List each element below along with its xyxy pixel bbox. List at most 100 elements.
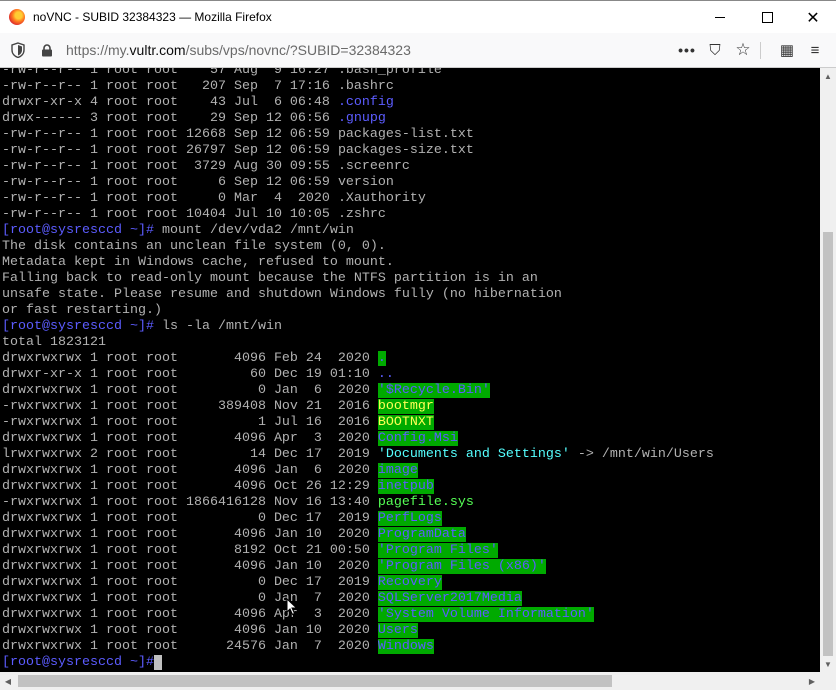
file-name: SQLServer2017Media xyxy=(377,591,522,606)
command-output-line: unsafe state. Please resume and shutdown… xyxy=(2,287,562,302)
horizontal-scroll-thumb[interactable] xyxy=(18,675,612,687)
file-meta: -rw-r--r-- 1 root root 0 Mar 4 2020 xyxy=(2,191,338,206)
file-name: .config xyxy=(337,95,394,110)
maximize-button[interactable] xyxy=(744,1,790,34)
command-output-line: The disk contains an unclean file system… xyxy=(2,239,386,254)
file-name: .screenrc xyxy=(337,159,410,174)
file-meta: drwxr-xr-x 4 root root 43 Jul 6 06:48 xyxy=(2,95,338,110)
file-meta: -rw-r--r-- 1 root root 207 Sep 7 17:16 xyxy=(2,79,338,94)
shell-prompt: [root@sysresccd ~]# xyxy=(2,655,154,670)
file-name: .. xyxy=(377,367,394,382)
file-meta: -rw-r--r-- 1 root root 12668 Sep 12 06:5… xyxy=(2,127,338,142)
extensions-icon[interactable]: ▦ xyxy=(778,41,796,59)
file-name: BOOTNXT xyxy=(377,415,434,430)
scroll-up-arrow-icon[interactable]: ▲ xyxy=(820,68,836,84)
file-name: Windows xyxy=(377,639,434,654)
url-path: /subs/vps/novnc/?SUBID=32384323 xyxy=(185,42,411,58)
close-button[interactable]: ✕ xyxy=(790,1,836,34)
toolbar-separator xyxy=(760,42,761,59)
file-meta: drwxrwxrwx 1 root root 0 Jan 7 2020 xyxy=(2,591,378,606)
shell-prompt: [root@sysresccd ~]# xyxy=(2,319,154,334)
file-name: .zshrc xyxy=(337,207,386,222)
command-output-line: Metadata kept in Windows cache, refused … xyxy=(2,255,394,270)
vnc-terminal-console[interactable]: -rw-r--r-- 1 root root 57 Aug 9 16:27 .b… xyxy=(0,68,820,672)
mouse-pointer-icon xyxy=(286,598,298,616)
file-name: '$Recycle.Bin' xyxy=(377,383,490,398)
file-name: packages-list.txt xyxy=(337,127,474,142)
file-name: bootmgr xyxy=(377,399,434,414)
file-meta: drwxrwxrwx 1 root root 4096 Jan 6 2020 xyxy=(2,463,378,478)
navigation-bar: https://my.vultr.com/subs/vps/novnc/?SUB… xyxy=(0,33,836,68)
symlink-target: /mnt/win/Users xyxy=(601,447,714,462)
pocket-icon[interactable]: ⛉ xyxy=(706,41,724,59)
symlink-arrow: -> xyxy=(569,447,602,462)
file-name: Recovery xyxy=(377,575,442,590)
file-meta: -rwxrwxrwx 1 root root 1866416128 Nov 16… xyxy=(2,495,378,510)
window-title: noVNC - SUBID 32384323 — Mozilla Firefox xyxy=(33,10,272,24)
file-name: ProgramData xyxy=(377,527,466,542)
file-name: image xyxy=(377,463,418,478)
scrollbar-corner xyxy=(820,672,836,690)
firefox-logo-icon xyxy=(9,9,25,25)
file-name: .gnupg xyxy=(337,111,386,126)
file-meta: drwxrwxrwx 1 root root 0 Dec 17 2019 xyxy=(2,511,378,526)
file-meta: drwxrwxrwx 1 root root 4096 Oct 26 12:29 xyxy=(2,479,378,494)
file-name: PerfLogs xyxy=(377,511,442,526)
file-meta: drwxrwxrwx 1 root root 4096 Apr 3 2020 xyxy=(2,431,378,446)
window-titlebar: noVNC - SUBID 32384323 — Mozilla Firefox… xyxy=(0,0,836,33)
scroll-right-arrow-icon[interactable]: ▶ xyxy=(804,673,820,689)
file-meta: drwxr-xr-x 1 root root 60 Dec 19 01:10 xyxy=(2,367,378,382)
terminal-output: -rw-r--r-- 1 root root 57 Aug 9 16:27 .b… xyxy=(2,68,714,671)
close-icon: ✕ xyxy=(806,9,820,27)
page-actions-menu-icon[interactable]: ••• xyxy=(678,41,696,59)
tracking-protection-shield-icon[interactable] xyxy=(11,42,25,58)
minimize-icon xyxy=(715,17,725,18)
file-name: 'System Volume Information' xyxy=(377,607,594,622)
file-meta: -rwxrwxrwx 1 root root 389408 Nov 21 201… xyxy=(2,399,378,414)
file-name: Config.Msi xyxy=(377,431,458,446)
file-name: pagefile.sys xyxy=(377,495,474,510)
file-name: .Xauthority xyxy=(337,191,426,206)
file-meta: -rw-r--r-- 1 root root 57 Aug 9 16:27 xyxy=(2,68,338,78)
vertical-scroll-thumb[interactable] xyxy=(823,232,833,656)
scroll-down-arrow-icon[interactable]: ▼ xyxy=(820,656,836,672)
listing-total: total 1823121 xyxy=(2,335,106,350)
command-text: mount /dev/vda2 /mnt/win xyxy=(153,223,354,238)
file-meta: drwxrwxrwx 1 root root 4096 Jan 10 2020 xyxy=(2,527,378,542)
scroll-left-arrow-icon[interactable]: ◀ xyxy=(0,673,16,689)
file-meta: -rw-r--r-- 1 root root 3729 Aug 30 09:55 xyxy=(2,159,338,174)
file-meta: drwxrwxrwx 1 root root 4096 Feb 24 2020 xyxy=(2,351,378,366)
horizontal-scrollbar[interactable]: ◀ ▶ xyxy=(0,672,820,690)
minimize-button[interactable] xyxy=(697,1,743,34)
file-meta: lrwxrwxrwx 2 root root 14 Dec 17 2019 xyxy=(2,447,378,462)
file-meta: drwx------ 3 root root 29 Sep 12 06:56 xyxy=(2,111,338,126)
file-meta: drwxrwxrwx 1 root root 0 Dec 17 2019 xyxy=(2,575,378,590)
file-name: version xyxy=(337,175,394,190)
terminal-cursor xyxy=(153,655,162,670)
hamburger-menu-icon[interactable]: ≡ xyxy=(806,41,824,59)
file-meta: -rw-r--r-- 1 root root 26797 Sep 12 06:5… xyxy=(2,143,338,158)
file-name: .bashrc xyxy=(337,79,394,94)
file-name: Users xyxy=(377,623,418,638)
file-meta: drwxrwxrwx 1 root root 4096 Jan 10 2020 xyxy=(2,623,378,638)
command-text: ls -la /mnt/win xyxy=(153,319,282,334)
file-meta: drwxrwxrwx 1 root root 24576 Jan 7 2020 xyxy=(2,639,378,654)
shell-prompt: [root@sysresccd ~]# xyxy=(2,223,154,238)
file-name: 'Documents and Settings' xyxy=(377,447,570,462)
file-name: inetpub xyxy=(377,479,434,494)
file-meta: drwxrwxrwx 1 root root 8192 Oct 21 00:50 xyxy=(2,543,378,558)
vertical-scrollbar[interactable]: ▲ ▼ xyxy=(820,68,836,672)
command-output-line: or fast restarting.) xyxy=(2,303,162,318)
file-meta: -rwxrwxrwx 1 root root 1 Jul 16 2016 xyxy=(2,415,378,430)
file-meta: -rw-r--r-- 1 root root 10404 Jul 10 10:0… xyxy=(2,207,338,222)
file-meta: drwxrwxrwx 1 root root 4096 Jan 10 2020 xyxy=(2,559,378,574)
bookmark-star-icon[interactable]: ☆ xyxy=(734,40,752,59)
file-name: 'Program Files (x86)' xyxy=(377,559,546,574)
file-name: packages-size.txt xyxy=(337,143,474,158)
file-name: . xyxy=(377,351,386,366)
file-name: 'Program Files' xyxy=(377,543,498,558)
file-meta: drwxrwxrwx 1 root root 0 Jan 6 2020 xyxy=(2,383,378,398)
address-bar-url[interactable]: https://my.vultr.com/subs/vps/novnc/?SUB… xyxy=(66,42,411,58)
file-name: .bash_profile xyxy=(337,68,442,78)
padlock-icon[interactable] xyxy=(41,44,53,57)
